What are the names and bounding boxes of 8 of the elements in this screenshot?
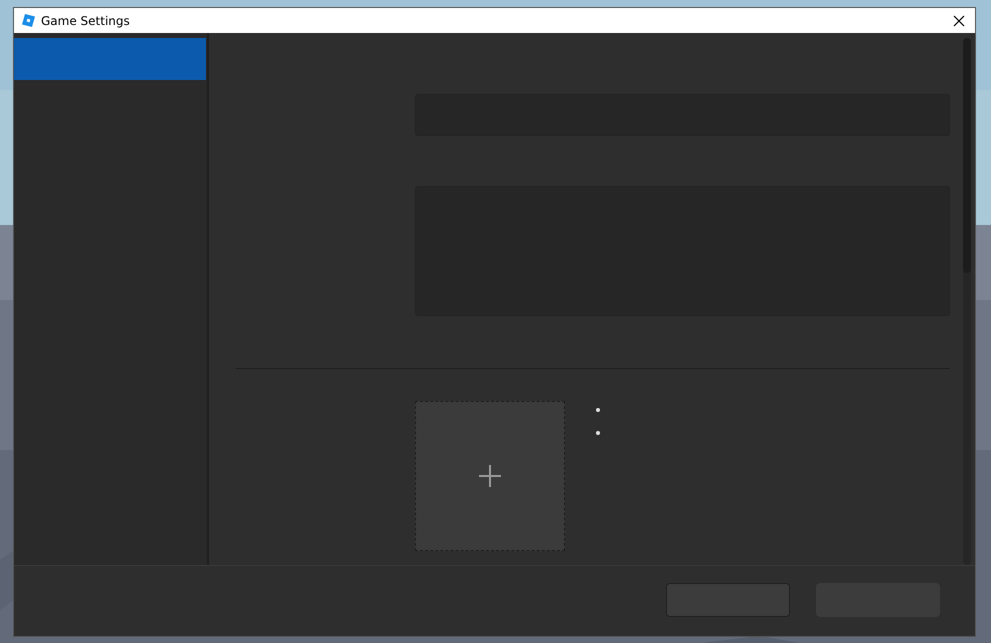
plus-icon[interactable] xyxy=(479,465,501,487)
close-icon[interactable] xyxy=(953,14,965,26)
bullet-icon xyxy=(596,431,600,435)
bullet-icon xyxy=(596,408,600,412)
window-title: Game Settings xyxy=(41,14,131,28)
scrollbar[interactable] xyxy=(963,38,971,565)
sidebar-item[interactable] xyxy=(14,38,206,80)
blank-button[interactable] xyxy=(666,583,790,617)
